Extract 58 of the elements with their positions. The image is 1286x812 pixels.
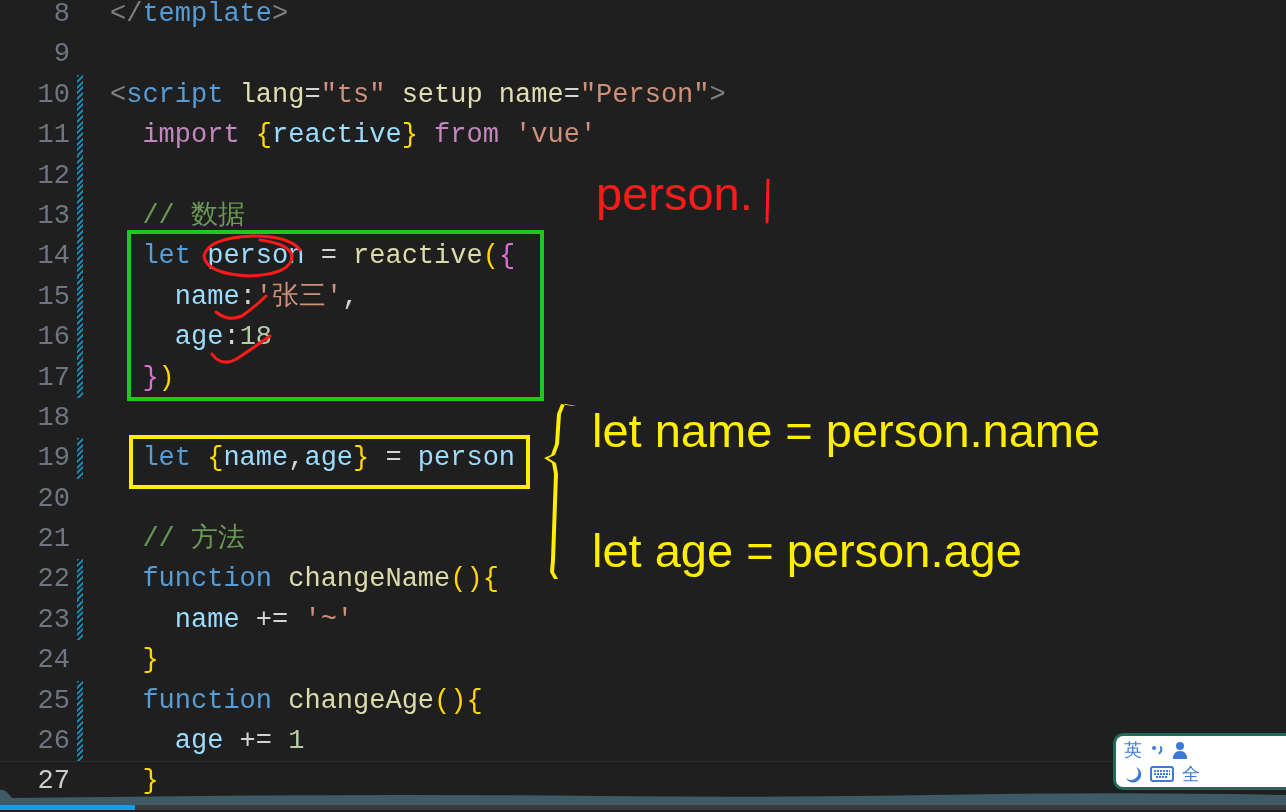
change-marker[interactable] <box>77 721 83 762</box>
line-number: 15 <box>36 280 70 314</box>
line-number: 16 <box>36 321 70 355</box>
code-line: // 数据 <box>141 199 245 233</box>
change-marker[interactable] <box>77 559 83 600</box>
code-line: name += '~' <box>173 603 354 637</box>
code-line: } <box>141 765 159 799</box>
line-number: 23 <box>36 603 70 637</box>
change-marker[interactable] <box>77 317 83 358</box>
code-line: function changeName(){ <box>141 563 499 597</box>
change-marker[interactable] <box>77 357 83 398</box>
change-marker[interactable] <box>77 115 83 156</box>
line-number: 26 <box>36 725 70 759</box>
line-number: 25 <box>36 684 70 718</box>
line-number: 20 <box>36 482 70 516</box>
line-number: 27 <box>36 765 70 799</box>
line-number: 12 <box>36 159 70 193</box>
code-line: import {reactive} from 'vue' <box>141 119 597 153</box>
handwritten-note: let name = person.name <box>592 405 1101 457</box>
code-line: <script lang="ts" setup name="Person"> <box>110 78 726 112</box>
keyboard-icon[interactable] <box>1150 766 1174 782</box>
handwritten-note: person. <box>596 168 753 220</box>
line-number: 24 <box>36 644 70 678</box>
code-line: </template> <box>110 0 289 31</box>
line-number: 21 <box>36 523 70 557</box>
change-marker[interactable] <box>77 236 83 277</box>
change-marker[interactable] <box>77 195 83 237</box>
user-icon[interactable] <box>1172 741 1188 759</box>
change-marker[interactable] <box>77 680 83 722</box>
line-number: 9 <box>52 38 70 72</box>
line-number: 14 <box>36 240 70 274</box>
line-number: 10 <box>36 78 70 112</box>
line-number: 17 <box>36 361 70 395</box>
change-marker[interactable] <box>77 276 83 318</box>
code-line: let {name,age} = person <box>141 442 516 476</box>
line-number: 18 <box>36 401 70 435</box>
line-number: 19 <box>36 442 70 476</box>
code-line: // 方法 <box>141 522 245 557</box>
code-line: } <box>141 644 159 678</box>
change-marker[interactable] <box>77 74 83 116</box>
code-line: age += 1 <box>173 725 305 759</box>
code-line: age:18 <box>173 321 273 355</box>
line-number: 13 <box>36 199 70 233</box>
change-marker[interactable] <box>77 438 83 479</box>
line-number: 11 <box>36 119 70 153</box>
change-marker[interactable] <box>77 155 83 196</box>
line-number: 8 <box>52 0 70 31</box>
progress-track[interactable] <box>0 805 1286 810</box>
code-line: }) <box>141 361 175 395</box>
width-mode[interactable]: 全 <box>1182 762 1200 786</box>
moon-icon[interactable] <box>1124 765 1142 783</box>
handwritten-note: let age = person.age <box>592 525 1022 577</box>
code-line: name:'张三', <box>173 280 359 314</box>
punctuation-icon[interactable] <box>1150 743 1164 757</box>
language-mode[interactable]: 英 <box>1124 738 1142 762</box>
line-number: 22 <box>36 563 70 597</box>
code-line: function changeAge(){ <box>141 684 483 718</box>
change-marker[interactable] <box>77 599 83 641</box>
